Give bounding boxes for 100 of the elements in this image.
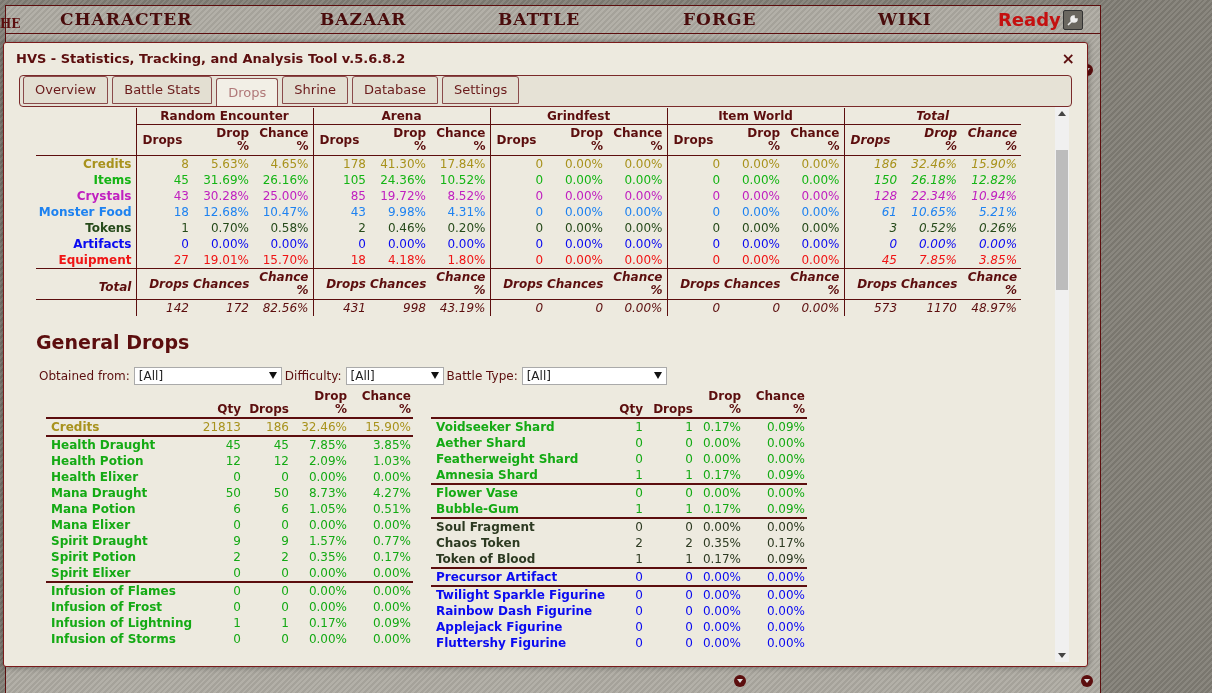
table-cell: 0.00% — [349, 564, 413, 582]
table-cell: 0.00% — [724, 155, 784, 172]
table-cell: 0.00% — [784, 299, 844, 316]
tab[interactable]: Settings — [442, 76, 520, 104]
table-cell-text: 0.52% — [917, 220, 958, 236]
item-name: Soul Fragment — [431, 517, 611, 535]
nav-link[interactable]: FORGE — [683, 6, 833, 33]
table-cell: 0.00% — [607, 299, 667, 316]
table-cell: 998 — [370, 299, 430, 316]
table-cell-text: 2 — [684, 534, 694, 551]
tab[interactable]: Shrine — [282, 76, 348, 104]
item-name: Spirit Elixer — [46, 564, 201, 582]
table-cell-text: 0.00% — [765, 602, 806, 619]
table-cell-text: 2.09% — [307, 452, 348, 469]
table-cell-text: 12 — [272, 452, 290, 469]
table-cell-text: 0.00% — [740, 172, 781, 188]
column-header: Qty — [611, 389, 645, 418]
table-cell-text: 0.00% — [307, 630, 348, 647]
table-cell-text: 12.68% — [202, 204, 250, 220]
table-cell: 0.09% — [743, 550, 807, 568]
table-cell: 0 — [490, 252, 547, 269]
table-cell: 0.00% — [695, 585, 743, 603]
table-cell-text: 0 — [280, 598, 290, 615]
tab[interactable]: Overview — [23, 76, 109, 104]
table-cell-text: 0.00% — [307, 516, 348, 533]
table-cell: 431 — [313, 299, 370, 316]
scroll-up-icon[interactable] — [1058, 111, 1066, 116]
table-cell-text: 0.00% — [371, 598, 412, 615]
tab[interactable]: Battle Stats — [112, 76, 213, 104]
table-cell: 0 — [490, 155, 547, 172]
column-header: Drop % — [695, 389, 743, 418]
row-label: Items — [36, 172, 136, 188]
table-cell: 0 — [667, 220, 724, 236]
table-cell-text: 0.00% — [563, 204, 604, 220]
table-cell-text: 0 — [634, 434, 644, 451]
table-cell: 5.63% — [193, 155, 253, 172]
row-label: Monster Food — [36, 204, 136, 220]
nav-link[interactable]: BAZAAR — [320, 6, 470, 33]
nav-link[interactable]: CHARACTER — [60, 6, 260, 33]
table-cell-text: 0.00% — [563, 188, 604, 204]
table-cell: 0.00% — [253, 236, 313, 252]
nav-link[interactable]: BATTLE — [498, 6, 648, 33]
table-cell-text: 0.00% — [740, 204, 781, 220]
row-label: Tokens — [36, 220, 136, 236]
table-cell: 15.70% — [253, 252, 313, 269]
dropdown-arrow-icon — [430, 372, 439, 379]
table-cell-text: 2 — [280, 548, 290, 565]
table-cell-text: 1 — [232, 614, 242, 631]
table-cell: 26.16% — [253, 172, 313, 188]
row-label: Artifacts — [36, 236, 136, 252]
table-cell: 4.18% — [370, 252, 430, 269]
table-cell-text: 0 — [634, 618, 644, 635]
filter-select[interactable]: [All] — [133, 366, 282, 385]
table-cell: 0 — [490, 299, 547, 316]
table-cell-text: 0.46% — [386, 220, 427, 236]
item-name: Voidseeker Shard — [431, 417, 611, 435]
table-cell-text: 0.00% — [701, 634, 742, 651]
table-cell-text: 0.00% — [765, 434, 806, 451]
table-cell: 41.30% — [370, 155, 430, 172]
item-name: Aether Shard — [435, 434, 527, 451]
collapse-icon[interactable] — [1080, 674, 1094, 688]
item-name: Mana Potion — [50, 500, 137, 517]
table-cell-text: 0 — [232, 468, 242, 485]
table-cell: 0.00% — [743, 567, 807, 586]
table-cell: 0 — [724, 299, 784, 316]
table-cell: 0.00% — [784, 220, 844, 236]
table-cell: 1 — [645, 500, 695, 518]
tab[interactable]: Database — [352, 76, 438, 104]
table-cell-text: 0.00% — [209, 236, 250, 252]
table-cell: 0.00% — [784, 236, 844, 252]
table-cell: 0.00% — [607, 172, 667, 188]
wrench-button[interactable] — [1062, 9, 1083, 30]
table-cell: 0.00% — [607, 220, 667, 236]
collapse-icon[interactable] — [733, 674, 747, 688]
table-cell: 0.00% — [349, 581, 413, 599]
scroll-down-icon[interactable] — [1058, 653, 1066, 658]
filter-select[interactable]: [All] — [345, 366, 444, 385]
column-header: Chance % — [607, 124, 667, 156]
table-cell: 3.85% — [961, 252, 1022, 269]
nav-link[interactable]: WIKI — [878, 6, 998, 33]
table-cell-text: 0.00% — [765, 618, 806, 635]
close-button[interactable]: × — [1061, 51, 1075, 67]
table-cell: 85 — [313, 188, 370, 204]
scroll-thumb[interactable] — [1056, 150, 1068, 290]
table-cell-text: 0.00% — [701, 602, 742, 619]
table-cell: 18 — [313, 252, 370, 269]
column-header: Chance % — [961, 124, 1022, 156]
column-header: Chance % — [961, 268, 1022, 300]
filter-select[interactable]: [All] — [521, 366, 667, 385]
group-header: Item World — [667, 108, 844, 125]
table-cell-text: 10.65% — [910, 204, 958, 220]
column-header: Chance % — [253, 124, 313, 156]
table-cell-text: 0.00% — [701, 618, 742, 635]
table-cell-text: 0 — [684, 450, 694, 467]
filter-label: Difficulty: — [284, 367, 342, 385]
column-header: Chances — [724, 268, 784, 300]
table-cell: 15.90% — [961, 155, 1022, 172]
scrollbar[interactable] — [1055, 107, 1069, 662]
table-cell: 172 — [193, 299, 253, 316]
table-cell: 0.00% — [784, 172, 844, 188]
